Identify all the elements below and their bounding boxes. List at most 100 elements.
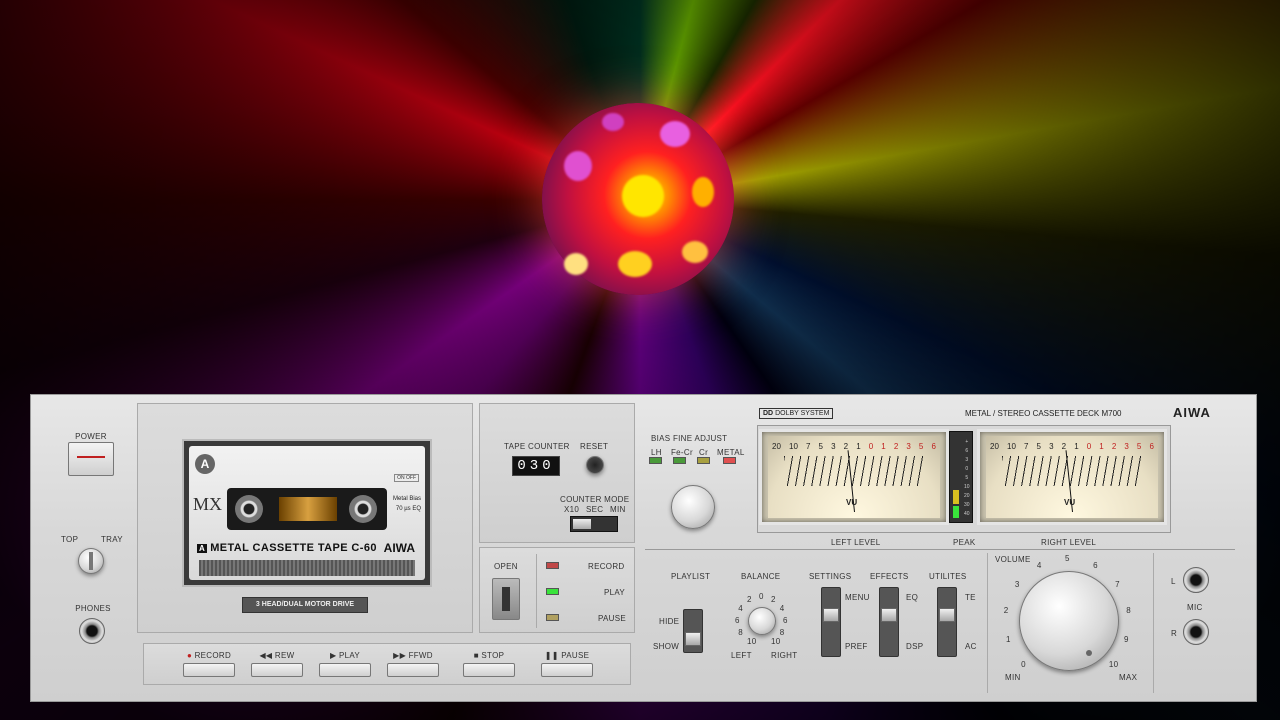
peak-left-bar-green (953, 506, 959, 518)
transport-play-button[interactable]: ▶ PLAY (317, 651, 373, 677)
transport-ffwd-button[interactable]: ▶▶ FFWD (385, 651, 441, 677)
mic-left-jack[interactable] (1183, 567, 1209, 593)
pause-status-label: PAUSE (598, 614, 627, 623)
scale-tick: 5 (918, 442, 924, 451)
transport-record-button[interactable]: ● RECORD (181, 651, 237, 677)
open-button[interactable] (492, 578, 520, 620)
balance-scale-tick: 4 (738, 604, 743, 613)
bias-lh-led (649, 457, 662, 464)
playlist-hide-label: HIDE (659, 617, 680, 626)
switch-thumb (685, 632, 701, 646)
pause-led (546, 614, 559, 621)
right-vu-ticks (1002, 456, 1142, 486)
peak-tick: 10 (964, 484, 970, 490)
scale-tick: 5 (818, 442, 823, 451)
volume-max-label: MAX (1119, 673, 1138, 682)
counter-mode-min: MIN (610, 505, 626, 514)
switch-thumb (939, 608, 955, 622)
transport-key[interactable] (541, 663, 593, 677)
balance-knob[interactable] (748, 607, 776, 635)
scale-tick: 2 (893, 442, 899, 451)
status-panel: OPEN RECORD PLAY PAUSE (479, 547, 635, 633)
bias-metal-label: METAL (717, 448, 745, 457)
left-reel-icon (235, 495, 263, 523)
transport-text: PLAY (338, 651, 361, 660)
switch-thumb (881, 608, 897, 622)
switch-thumb (573, 519, 591, 529)
effects-switch[interactable] (879, 587, 899, 657)
transport-stop-button[interactable]: ■ STOP (461, 651, 517, 677)
power-label: POWER (75, 432, 107, 441)
status-divider (536, 554, 537, 628)
right-vu-meter: 20 10 7 5 3 2 1 0 1 2 3 5 6 VU (977, 429, 1167, 525)
scale-tick: 10 (789, 442, 798, 451)
transport-key[interactable] (251, 663, 303, 677)
tape-reel-window (227, 488, 387, 530)
counter-mode-sec: SEC (586, 505, 604, 514)
reset-button[interactable] (586, 456, 604, 474)
peak-scale: +6 3 0 5 10 20 30 40 (964, 438, 970, 519)
transport-text: STOP (481, 651, 505, 660)
switch-thumb (823, 608, 839, 622)
effects-label: EFFECTS (870, 572, 909, 581)
utilities-label: UTILITES (929, 572, 967, 581)
settings-label: SETTINGS (809, 572, 852, 581)
settings-menu-label: MENU (845, 593, 870, 602)
peak-tick: 5 (965, 475, 969, 481)
balance-scale-tick: 8 (738, 628, 743, 637)
phones-jack[interactable] (79, 618, 105, 644)
scale-tick: 7 (1024, 442, 1029, 451)
section-divider (645, 549, 1235, 550)
counter-mode-label: COUNTER MODE (560, 495, 630, 504)
peak-tick: 0 (965, 466, 969, 472)
aiwa-logo-icon: A (197, 544, 208, 553)
transport-text: REW (274, 651, 295, 660)
transport-key[interactable] (183, 663, 235, 677)
transport-key[interactable] (463, 663, 515, 677)
peak-tick: 3 (965, 457, 969, 463)
utilities-switch[interactable] (937, 587, 957, 657)
mic-right-jack[interactable] (1183, 619, 1209, 645)
transport-key[interactable] (387, 663, 439, 677)
record-dot-icon: ● (186, 651, 195, 660)
scale-tick: 3 (831, 442, 836, 451)
scale-tick: 10 (1007, 442, 1016, 451)
bias-fecr-led (673, 457, 686, 464)
record-status-label: RECORD (588, 562, 625, 571)
balance-scale-tick: 8 (779, 628, 785, 637)
peak-tick: 20 (964, 493, 970, 499)
peak-tick: 40 (964, 511, 970, 517)
volume-scale-tick: 9 (1123, 635, 1129, 645)
dolby-icon: DD (763, 410, 776, 417)
mic-r-label: R (1171, 629, 1178, 638)
left-level-label: LEFT LEVEL (831, 538, 881, 547)
transport-rew-button[interactable]: ◀◀ REW (249, 651, 305, 677)
right-vu-scale: 20 10 7 5 3 2 1 0 1 2 3 5 6 (990, 442, 1154, 451)
eq-label: 70 µs EQ (395, 506, 421, 512)
scale-tick: 1 (881, 442, 886, 451)
playlist-show-label: SHOW (653, 642, 680, 651)
settings-pref-label: PREF (845, 642, 868, 651)
cassette-window[interactable]: A MX ON OFF Metal Bias 70 µs EQ A METAL C… (182, 439, 432, 587)
mode-selector-knob[interactable] (78, 548, 104, 574)
bias-cr-label: Cr (699, 448, 709, 457)
play-icon: ▶ (329, 651, 339, 660)
tape-spool (279, 497, 337, 521)
left-vu-label: VU (846, 498, 858, 507)
bias-lh-label: LH (651, 448, 662, 457)
balance-left-label: LEFT (731, 651, 752, 660)
transport-pause-button[interactable]: ❚❚ PAUSE (539, 651, 595, 677)
balance-scale-tick: 0 (759, 592, 764, 601)
settings-switch[interactable] (821, 587, 841, 657)
volume-knob[interactable] (1019, 571, 1119, 671)
scale-tick: 3 (1124, 442, 1129, 451)
peak-left-bar (953, 490, 959, 504)
transport-key[interactable] (319, 663, 371, 677)
phones-label: PHONES (75, 604, 111, 613)
volume-divider (987, 553, 988, 693)
playlist-switch[interactable] (683, 609, 703, 653)
transport-label: ❚❚ PAUSE (539, 651, 595, 660)
counter-mode-switch[interactable] (570, 516, 618, 532)
bias-knob[interactable] (671, 485, 715, 529)
power-button[interactable] (68, 442, 114, 476)
